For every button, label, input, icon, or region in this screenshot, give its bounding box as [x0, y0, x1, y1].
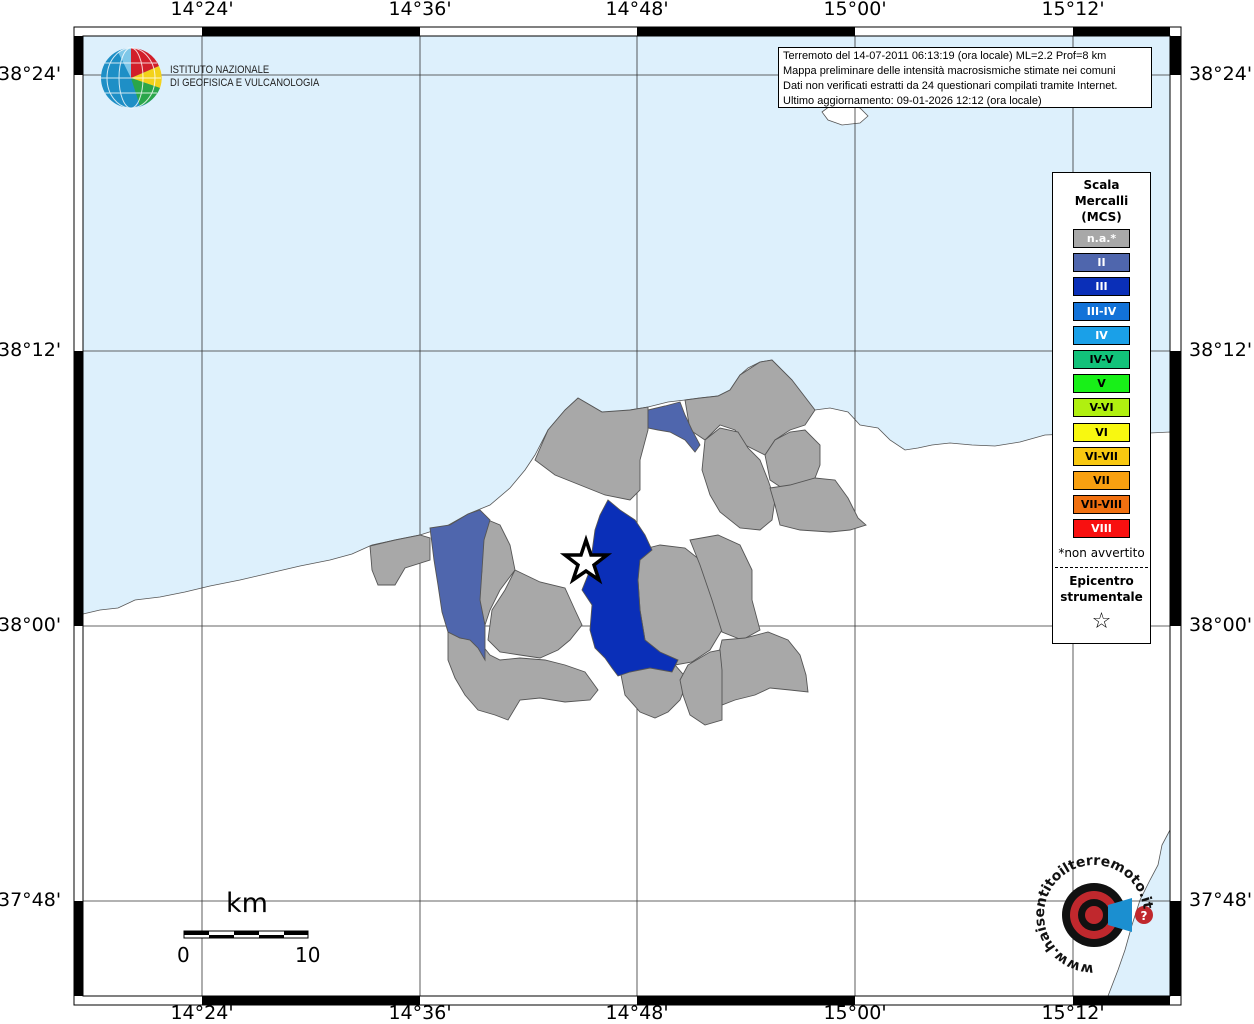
- scale-bar-max: 10: [295, 943, 321, 967]
- legend-swatch: IV-V: [1073, 350, 1130, 369]
- lat-tick-left: 38°12': [0, 339, 62, 361]
- lat-tick-left: 38°24': [0, 63, 62, 85]
- legend-swatch: III: [1073, 277, 1130, 297]
- lon-tick-top: 15°00': [823, 0, 887, 20]
- scale-bar-unit: km: [226, 888, 268, 919]
- legend-swatch: V-VI: [1073, 398, 1130, 418]
- lon-tick-bottom: 14°24': [170, 1002, 234, 1024]
- legend-epicenter-line: Epicentro: [1069, 574, 1134, 588]
- lat-tick-right: 38°12': [1189, 339, 1253, 361]
- ingv-logo-line2: DI GEOFISICA E VULCANOLOGIA: [170, 77, 320, 89]
- lon-tick-bottom: 15°00': [823, 1002, 887, 1024]
- star-icon: ☆: [1091, 609, 1112, 634]
- legend-swatch: VI-VII: [1073, 446, 1130, 466]
- svg-text:?: ?: [1141, 909, 1148, 923]
- lon-tick-bottom: 14°36': [388, 1002, 452, 1024]
- lon-tick-bottom: 15°12': [1041, 1002, 1105, 1024]
- lon-tick-top: 14°24': [170, 0, 234, 20]
- lon-tick-top: 14°36': [388, 0, 452, 20]
- lat-tick-right: 38°24': [1189, 63, 1253, 85]
- lat-tick-right: 38°00': [1189, 614, 1253, 636]
- scale-bar-min: 0: [177, 943, 190, 967]
- event-info-box: Terremoto del 14-07-2011 06:13:19 (ora l…: [778, 47, 1152, 108]
- ingv-logo-text: ISTITUTO NAZIONALE DI GEOFISICA E VULCAN…: [170, 64, 319, 90]
- lon-tick-top: 14°48': [605, 0, 669, 20]
- legend-swatch: III-IV: [1073, 301, 1130, 321]
- intensity-legend: Scala Mercalli (MCS) n.a.* II III III-IV IV I…: [1052, 172, 1151, 644]
- lat-tick-right: 37°48': [1189, 889, 1253, 911]
- legend-title-line: (MCS): [1081, 210, 1122, 224]
- legend-swatch: V: [1073, 374, 1130, 394]
- legend-swatch: VI: [1073, 422, 1130, 442]
- legend-epicenter-label: Epicentro strumentale: [1053, 573, 1150, 605]
- event-info-line: Terremoto del 14-07-2011 06:13:19 (ora l…: [783, 50, 1107, 62]
- event-info-line: Mappa preliminare delle intensità macros…: [783, 65, 1116, 77]
- scale-bar: [183, 930, 309, 939]
- legend-title-line: Mercalli: [1074, 194, 1129, 208]
- lon-tick-top: 15°12': [1041, 0, 1105, 20]
- legend-epicenter-line: strumentale: [1060, 590, 1143, 604]
- lat-tick-left: 38°00': [0, 614, 62, 636]
- legend-swatch: IV: [1073, 325, 1130, 345]
- legend-divider: [1055, 567, 1148, 568]
- legend-swatch: n.a.*: [1073, 229, 1130, 248]
- legend-swatch: VIII: [1073, 519, 1130, 539]
- legend-swatch: VII-VIII: [1073, 495, 1130, 515]
- legend-title-line: Scala: [1083, 178, 1120, 192]
- event-info-line: Dati non verificati estratti da 24 quest…: [783, 80, 1118, 92]
- lat-tick-left: 37°48': [0, 889, 62, 911]
- legend-note: *non avvertito: [1058, 546, 1145, 560]
- ingv-logo-line1: ISTITUTO NAZIONALE: [170, 64, 270, 76]
- lon-tick-bottom: 14°48': [605, 1002, 669, 1024]
- legend-swatch: VII: [1073, 471, 1130, 490]
- legend-title: Scala Mercalli (MCS): [1053, 177, 1150, 225]
- legend-swatch: II: [1073, 253, 1130, 273]
- ingv-logo: [101, 47, 162, 109]
- event-info-line: Ultimo aggiornamento: 09-01-2026 12:12 (…: [783, 95, 1042, 107]
